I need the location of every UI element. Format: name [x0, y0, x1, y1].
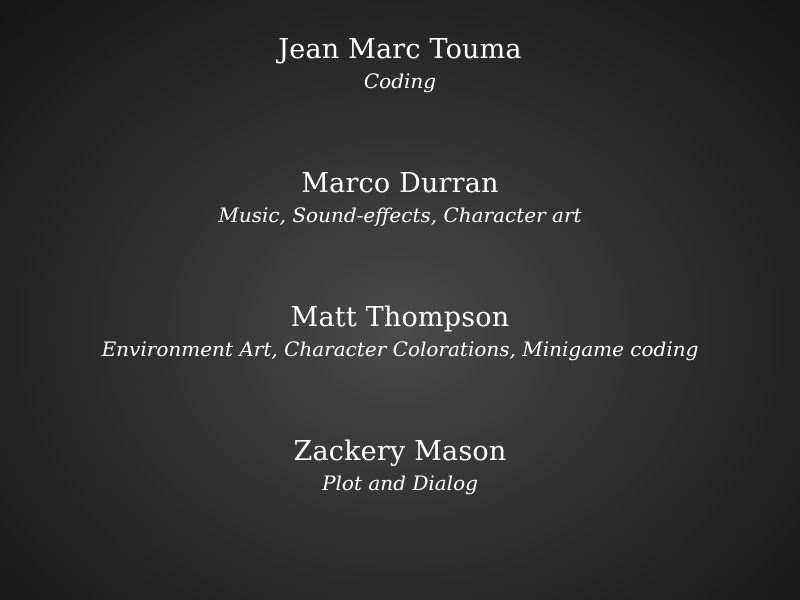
credit-entry-marco-durran: Marco Durran Music, Sound-effects, Chara… — [0, 168, 800, 228]
credit-entry-zackery-mason: Zackery Mason Plot and Dialog — [0, 436, 800, 496]
credit-name: Marco Durran — [301, 168, 499, 199]
credit-name: Zackery Mason — [293, 436, 507, 467]
credit-role: Environment Art, Character Colorations, … — [101, 337, 699, 361]
credits-screen: Jean Marc Touma Coding Marco Durran Musi… — [0, 0, 800, 600]
credit-role: Music, Sound-effects, Character art — [218, 203, 582, 227]
credit-name: Matt Thompson — [290, 302, 510, 333]
credit-role: Plot and Dialog — [322, 471, 478, 495]
credit-name: Jean Marc Touma — [278, 34, 522, 65]
credit-role: Coding — [363, 69, 437, 93]
credit-entry-matt-thompson: Matt Thompson Environment Art, Character… — [0, 302, 800, 362]
credit-entry-jean-marc-touma: Jean Marc Touma Coding — [0, 34, 800, 94]
